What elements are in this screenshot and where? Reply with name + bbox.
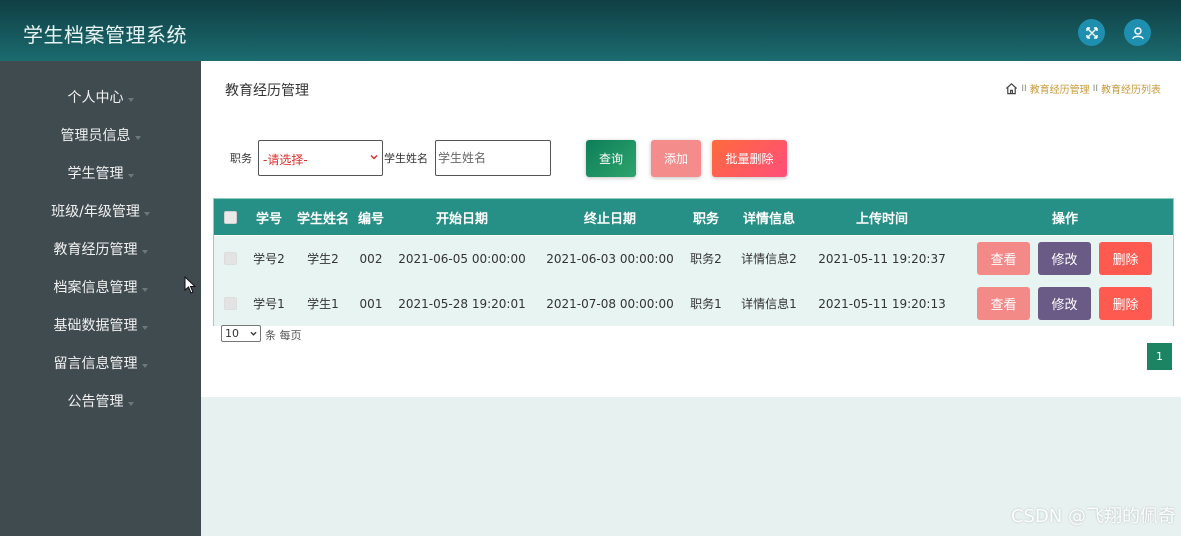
page-number-button[interactable]: 1 (1147, 343, 1172, 370)
sidebar-item-label: 班级/年级管理 (51, 204, 140, 220)
page-size-value: 10 (225, 327, 239, 340)
column-header: 开始日期 (435, 211, 488, 227)
top-header: 学生档案管理系统 (0, 0, 1181, 61)
table-row: 学号1 学生1 001 2021-05-28 19:20:01 2021-07-… (214, 281, 1173, 326)
cell-upload-time: 2021-05-11 19:20:13 (818, 296, 946, 311)
breadcrumb: II 教育经历管理 II 教育经历列表 (1005, 81, 1161, 96)
sidebar-item-archive-info[interactable]: 档案信息管理 (0, 268, 201, 306)
caret-down-icon (141, 250, 148, 254)
cell-position: 职务2 (690, 252, 722, 266)
page-title: 教育经历管理 (225, 83, 309, 99)
cell-code: 001 (359, 296, 383, 311)
column-header: 学号 (255, 211, 282, 227)
breadcrumb-item[interactable]: 教育经历列表 (1101, 81, 1161, 96)
add-button[interactable]: 添加 (651, 140, 701, 177)
select-all-checkbox[interactable] (223, 210, 237, 224)
cell-student-no: 学号2 (253, 252, 285, 266)
student-name-input[interactable] (435, 140, 551, 176)
student-name-label: 学生姓名 (384, 152, 428, 165)
sidebar-item-education-history[interactable]: 教育经历管理 (0, 230, 201, 268)
sidebar-item-announcements[interactable]: 公告管理 (0, 382, 201, 420)
caret-down-icon (127, 174, 134, 178)
cell-student-name: 学生2 (307, 252, 339, 266)
cell-start-date: 2021-06-05 00:00:00 (398, 251, 526, 266)
user-button[interactable] (1124, 19, 1151, 46)
view-button[interactable]: 查看 (977, 287, 1030, 320)
cell-code: 002 (359, 251, 383, 266)
per-page-label: 条 每页 (265, 329, 302, 342)
sidebar-item-basic-data[interactable]: 基础数据管理 (0, 306, 201, 344)
edit-button[interactable]: 修改 (1038, 242, 1091, 275)
caret-down-icon (127, 402, 134, 406)
delete-button[interactable]: 删除 (1099, 287, 1152, 320)
column-header: 上传时间 (855, 211, 908, 227)
row-checkbox[interactable] (223, 297, 237, 310)
cell-detail: 详情信息2 (741, 252, 797, 266)
column-header: 编号 (357, 211, 384, 227)
caret-down-icon (143, 212, 150, 216)
cell-upload-time: 2021-05-11 19:20:37 (818, 251, 946, 266)
cell-end-date: 2021-07-08 00:00:00 (546, 296, 674, 311)
app-title: 学生档案管理系统 (23, 23, 187, 47)
sidebar-item-label: 教育经历管理 (53, 242, 138, 258)
main-content: 教育经历管理 II 教育经历管理 II 教育经历列表 职务 -请选择- 学生姓名… (201, 61, 1181, 397)
chevron-down-icon (250, 331, 257, 336)
cell-end-date: 2021-06-03 00:00:00 (546, 251, 674, 266)
sidebar-item-label: 个人中心 (67, 90, 124, 106)
sidebar-item-label: 基础数据管理 (53, 318, 138, 334)
sidebar-item-label: 档案信息管理 (53, 280, 138, 296)
cell-student-name: 学生1 (307, 297, 339, 311)
caret-down-icon (141, 364, 148, 368)
sidebar-item-label: 留言信息管理 (53, 356, 138, 372)
column-header: 职务 (692, 211, 719, 227)
expand-icon (1085, 26, 1098, 39)
cell-start-date: 2021-05-28 19:20:01 (398, 296, 526, 311)
cell-position: 职务1 (690, 297, 722, 311)
position-select[interactable]: -请选择- (258, 140, 383, 176)
sidebar-item-student-management[interactable]: 学生管理 (0, 154, 201, 192)
data-table: 学号 学生姓名 编号 开始日期 终止日期 职务 详情信息 上传时间 操作 学号2… (213, 198, 1174, 326)
sidebar-item-label: 公告管理 (67, 394, 124, 410)
column-header: 详情信息 (742, 211, 795, 227)
table-header: 学号 学生姓名 编号 开始日期 终止日期 职务 详情信息 上传时间 操作 (214, 199, 1173, 235)
sidebar-item-personal-center[interactable]: 个人中心 (0, 78, 201, 116)
column-header: 操作 (1051, 211, 1078, 227)
breadcrumb-separator: II (1021, 83, 1027, 94)
view-button[interactable]: 查看 (977, 242, 1030, 275)
sidebar-item-messages[interactable]: 留言信息管理 (0, 344, 201, 382)
sidebar-item-class-grade[interactable]: 班级/年级管理 (0, 192, 201, 230)
sidebar-item-label: 学生管理 (67, 166, 124, 182)
caret-down-icon (127, 98, 134, 102)
sidebar-item-label: 管理员信息 (60, 128, 131, 144)
column-header: 终止日期 (583, 211, 636, 227)
sidebar: 个人中心 管理员信息 学生管理 班级/年级管理 教育经历管理 档案信息管理 基础… (0, 61, 201, 536)
sidebar-item-admin-info[interactable]: 管理员信息 (0, 116, 201, 154)
batch-delete-button[interactable]: 批量删除 (712, 140, 787, 177)
user-icon (1131, 26, 1144, 39)
cell-detail: 详情信息1 (741, 297, 797, 311)
caret-down-icon (134, 136, 141, 140)
column-header: 学生姓名 (296, 211, 349, 227)
row-checkbox[interactable] (223, 252, 237, 265)
page-size-select[interactable]: 10 (221, 325, 261, 342)
watermark: CSDN @飞翔的佩奇 (1010, 506, 1176, 527)
position-select-value: -请选择- (263, 153, 308, 167)
chevron-down-icon (370, 154, 378, 160)
fullscreen-button[interactable] (1078, 19, 1105, 46)
table-row: 学号2 学生2 002 2021-06-05 00:00:00 2021-06-… (214, 236, 1173, 281)
cell-student-no: 学号1 (253, 297, 285, 311)
edit-button[interactable]: 修改 (1038, 287, 1091, 320)
position-label: 职务 (230, 152, 252, 165)
breadcrumb-item[interactable]: 教育经历管理 (1030, 81, 1090, 96)
caret-down-icon (141, 326, 148, 330)
mouse-pointer-icon (184, 276, 196, 294)
home-icon[interactable] (1005, 82, 1018, 95)
query-button[interactable]: 查询 (586, 140, 636, 177)
caret-down-icon (141, 288, 148, 292)
breadcrumb-separator: II (1092, 83, 1098, 94)
delete-button[interactable]: 删除 (1099, 242, 1152, 275)
